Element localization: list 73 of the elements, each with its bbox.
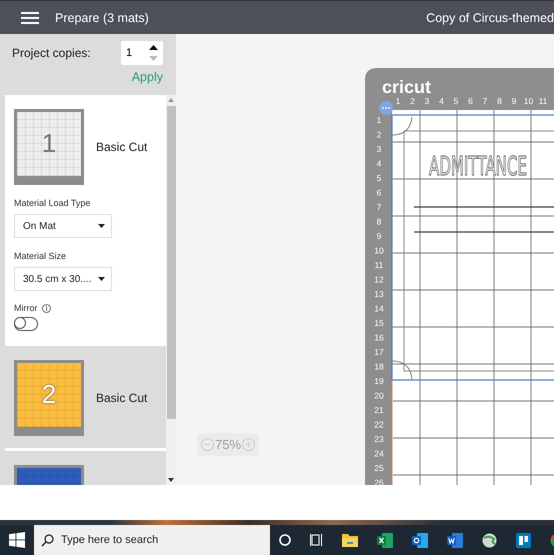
load-type-dropdown[interactable]: On Mat [14,214,112,238]
ruler-number: 2 [410,96,415,106]
ticket-design-drawing[interactable] [391,114,554,381]
ruler-number: 19 [374,376,384,386]
document-app-icon[interactable] [447,532,463,548]
ruler-number: 8 [376,216,382,226]
info-icon[interactable] [42,304,50,312]
scroll-down-icon[interactable] [168,478,174,482]
mat-logo: cricut [382,77,432,97]
globe-icon[interactable] [482,532,497,548]
spinner-icon[interactable] [149,43,158,63]
taskbar-search-field[interactable]: Type here to search [34,525,270,555]
caret-icon [98,277,105,281]
page-title: Prepare (3 mats) [55,10,149,24]
ruler-number: 25 [374,463,384,473]
ruler-number: 3 [376,144,382,154]
ruler-number: 22 [374,420,384,430]
copies-field[interactable]: 1 [121,41,163,65]
ruler-number: 3 [424,96,430,106]
ruler-number: 5 [376,173,382,183]
ruler-number: 21 [374,405,384,415]
ruler-number: 12 [374,274,384,284]
ruler-number: 11 [374,260,384,270]
ruler-number: 20 [374,390,384,400]
mat-name: Basic Cut [96,140,148,154]
ruler-number: 2 [376,130,382,140]
mirror-label: Mirror [14,303,38,313]
ruler-number: 9 [376,231,382,241]
ruler-number: 1 [376,115,382,125]
ruler-number: 11 [538,96,548,106]
mat-options-button[interactable] [379,101,393,115]
mat-number: 2 [40,379,58,410]
ruler-number: 6 [468,96,473,106]
ruler-number: 6 [376,188,382,198]
windows-start-icon[interactable] [9,532,25,548]
ruler-number: 15 [374,318,384,328]
material-size-dropdown[interactable]: 30.5 cm x 30.... [14,267,112,291]
ruler-number: 17 [374,347,384,357]
scrollbar[interactable] [166,95,176,485]
mat-name: Basic Cut [96,391,148,405]
ruler-number: 5 [454,96,458,106]
load-type-label: Material Load Type [14,198,92,208]
ruler-number: 10 [524,96,534,106]
zoom-level: 75% [215,437,242,452]
search-icon [41,534,54,547]
project-name: Copy of Circus-themed [426,10,554,24]
folder-icon[interactable] [342,533,358,547]
spreadsheet-app-icon[interactable] [377,532,393,548]
ruler-number: 10 [374,246,384,256]
material-size-label: Material Size [14,251,68,261]
ruler-number: 23 [374,434,384,444]
mat-item[interactable]: 2 Basic Cut [5,346,166,448]
ruler-number: 4 [376,158,382,168]
mirror-toggle[interactable] [14,317,38,331]
caret-icon [98,224,105,228]
task-view-icon[interactable] [310,534,323,546]
ruler-number: 14 [374,304,384,314]
ruler-number: 13 [374,289,384,299]
ruler-number: 8 [497,96,502,106]
board-app-icon[interactable] [516,532,531,548]
mat-number: 1 [40,128,58,159]
menu-icon[interactable] [21,12,39,24]
ruler-number: 24 [374,448,384,458]
ruler-number: 7 [482,96,488,106]
ruler-number: 1 [396,96,400,106]
ruler-number: 9 [512,96,516,106]
ruler-number: 16 [374,332,384,342]
mail-app-icon[interactable] [412,532,428,548]
circle-icon[interactable] [279,534,291,546]
copies-label: Project copies: [12,46,91,60]
ruler-number: 18 [374,362,384,372]
ruler-number: 4 [439,96,444,106]
ruler-number: 7 [376,202,382,212]
